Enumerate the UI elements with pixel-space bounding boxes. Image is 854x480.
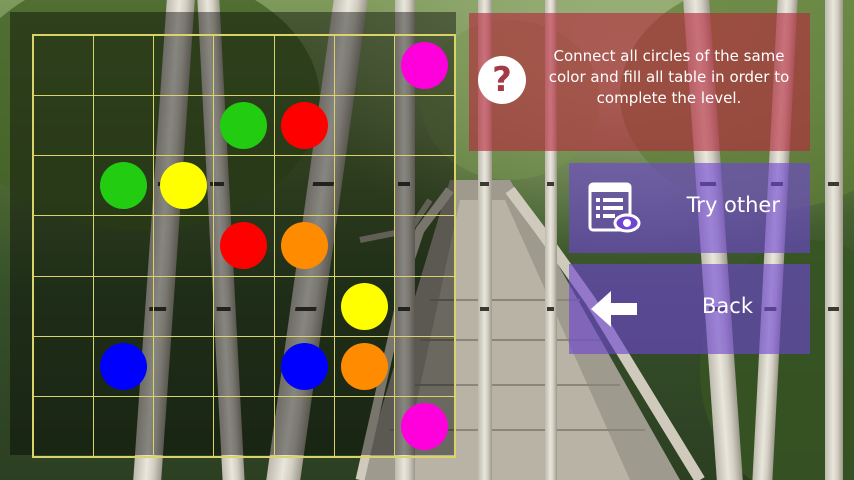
grid-cell[interactable]: [32, 155, 94, 217]
grid-cell[interactable]: [32, 275, 94, 337]
grid-cell[interactable]: [394, 94, 456, 157]
grid-cell[interactable]: [153, 34, 215, 96]
grid-cell[interactable]: [213, 275, 275, 337]
grid-cell[interactable]: [153, 275, 215, 337]
grid-cell[interactable]: [213, 34, 275, 96]
grid-cell[interactable]: [92, 155, 155, 217]
grid-cell[interactable]: [333, 215, 396, 277]
back-button[interactable]: Back: [569, 264, 810, 354]
red-circle[interactable]: [220, 222, 268, 270]
question-mark-icon: ?: [478, 56, 526, 104]
grid-cell[interactable]: [273, 335, 335, 398]
green-circle[interactable]: [220, 101, 268, 149]
grid-cell[interactable]: [213, 215, 275, 277]
grid-cell[interactable]: [333, 155, 396, 217]
grid-cell[interactable]: [333, 396, 396, 458]
grid-cell[interactable]: [92, 396, 155, 458]
grid-cell[interactable]: [394, 275, 456, 337]
back-label: Back: [702, 294, 753, 318]
instruction-text: Connect all circles of the same color an…: [548, 47, 790, 107]
grid-cell[interactable]: [153, 155, 215, 217]
grid-cell[interactable]: [32, 215, 94, 277]
birch-trunk: [825, 0, 843, 480]
grid-cell[interactable]: [213, 94, 275, 157]
grid-cell[interactable]: [213, 396, 275, 458]
instruction-panel: ? Connect all circles of the same color …: [469, 13, 810, 151]
list-view-icon: [588, 182, 641, 233]
grid-cell[interactable]: [32, 396, 94, 458]
grid-cell[interactable]: [32, 335, 94, 398]
yellow-circle[interactable]: [160, 162, 208, 210]
orange-circle[interactable]: [280, 222, 328, 270]
grid-cell[interactable]: [92, 215, 155, 277]
game-board: [10, 12, 456, 458]
green-circle[interactable]: [99, 162, 147, 210]
grid-cell[interactable]: [394, 34, 456, 96]
grid-cell[interactable]: [273, 396, 335, 458]
grid-cell[interactable]: [213, 335, 275, 398]
blue-circle[interactable]: [99, 343, 147, 391]
grid-cell[interactable]: [273, 275, 335, 337]
grid-cell[interactable]: [333, 275, 396, 337]
grid-cell[interactable]: [333, 34, 396, 96]
grid-cell[interactable]: [394, 155, 456, 217]
grid-cell[interactable]: [273, 215, 335, 277]
orange-circle[interactable]: [341, 343, 389, 391]
grid[interactable]: [32, 34, 456, 458]
grid-cell[interactable]: [92, 275, 155, 337]
grid-cell[interactable]: [92, 335, 155, 398]
grid-cell[interactable]: [273, 34, 335, 96]
grid-cell[interactable]: [32, 94, 94, 157]
try-other-button[interactable]: Try other: [569, 163, 810, 253]
grid-cell[interactable]: [333, 335, 396, 398]
red-circle[interactable]: [280, 101, 328, 149]
grid-cell[interactable]: [213, 155, 275, 217]
grid-cell[interactable]: [32, 34, 94, 96]
blue-circle[interactable]: [280, 343, 328, 391]
yellow-circle[interactable]: [341, 282, 389, 330]
grid-cell[interactable]: [394, 396, 456, 458]
grid-cell[interactable]: [273, 155, 335, 217]
grid-cell[interactable]: [153, 335, 215, 398]
grid-cell[interactable]: [394, 215, 456, 277]
try-other-label: Try other: [686, 193, 780, 217]
grid-cell[interactable]: [394, 335, 456, 398]
grid-cell[interactable]: [333, 94, 396, 157]
grid-cell[interactable]: [92, 94, 155, 157]
magenta-circle[interactable]: [401, 403, 449, 451]
magenta-circle[interactable]: [401, 41, 449, 89]
grid-cell[interactable]: [153, 215, 215, 277]
arrow-left-icon: [591, 291, 637, 327]
grid-cell[interactable]: [273, 94, 335, 157]
grid-cell[interactable]: [153, 94, 215, 157]
grid-cell[interactable]: [92, 34, 155, 96]
grid-cell[interactable]: [153, 396, 215, 458]
